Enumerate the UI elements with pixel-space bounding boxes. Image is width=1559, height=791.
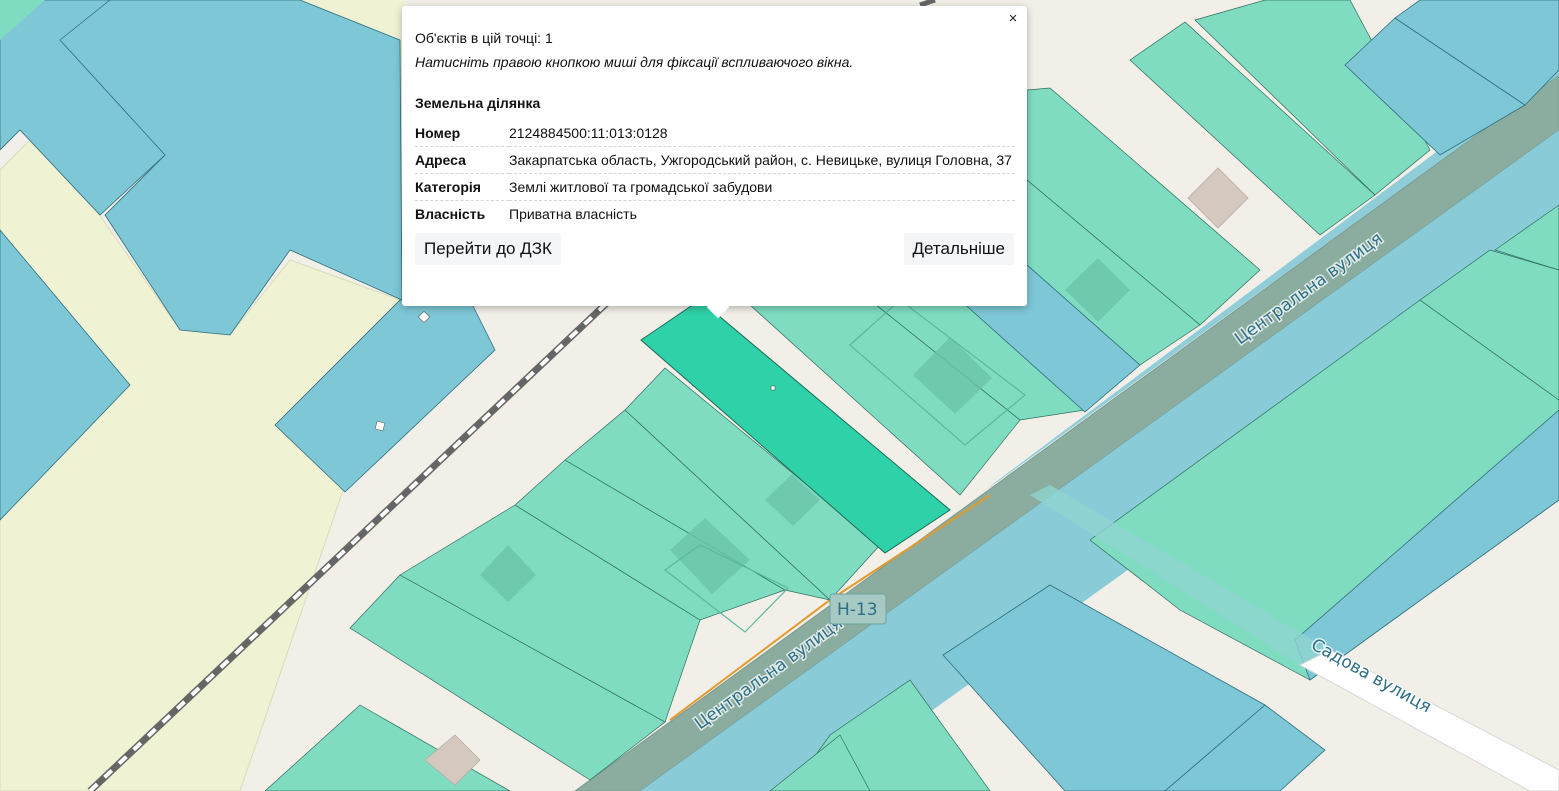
table-row: Власність Приватна власність [415, 201, 1015, 228]
field-label-address: Адреса [415, 146, 509, 174]
field-label-number: Номер [415, 120, 509, 147]
route-shield-label: Н-13 [837, 600, 878, 620]
go-to-dzk-button[interactable]: Перейти до ДЗК [415, 233, 561, 265]
details-button[interactable]: Детальніше [903, 233, 1014, 265]
section-title: Земельна ділянка [415, 95, 541, 111]
parcel-marker [770, 385, 776, 391]
popup-actions: Перейти до ДЗК Детальніше [415, 233, 1014, 265]
close-button[interactable]: × [1005, 11, 1021, 27]
table-row: Категорія Землі житлової та громадської … [415, 173, 1015, 201]
parcel-info-table: Номер 2124884500:11:013:0128 Адреса Зака… [415, 120, 1015, 227]
field-value-address: Закарпатська область, Ужгородський район… [509, 146, 1015, 174]
popup-hint: Натисніть правою кнопкою миші для фіксац… [415, 54, 854, 70]
point-marker [374, 420, 386, 432]
table-row: Номер 2124884500:11:013:0128 [415, 120, 1015, 147]
table-row: Адреса Закарпатська область, Ужгородськи… [415, 146, 1015, 174]
field-label-ownership: Власність [415, 206, 486, 222]
field-value-category: Землі житлової та громадської забудови [509, 173, 1015, 201]
field-value-ownership: Приватна власність [509, 206, 637, 222]
field-value-number: 2124884500:11:013:0128 [509, 120, 1015, 147]
feature-popup: × Об'єктів в цій точці: 1 Натисніть прав… [402, 6, 1027, 319]
field-label-category: Категорія [415, 173, 509, 201]
objects-count: Об'єктів в цій точці: 1 [415, 30, 553, 46]
